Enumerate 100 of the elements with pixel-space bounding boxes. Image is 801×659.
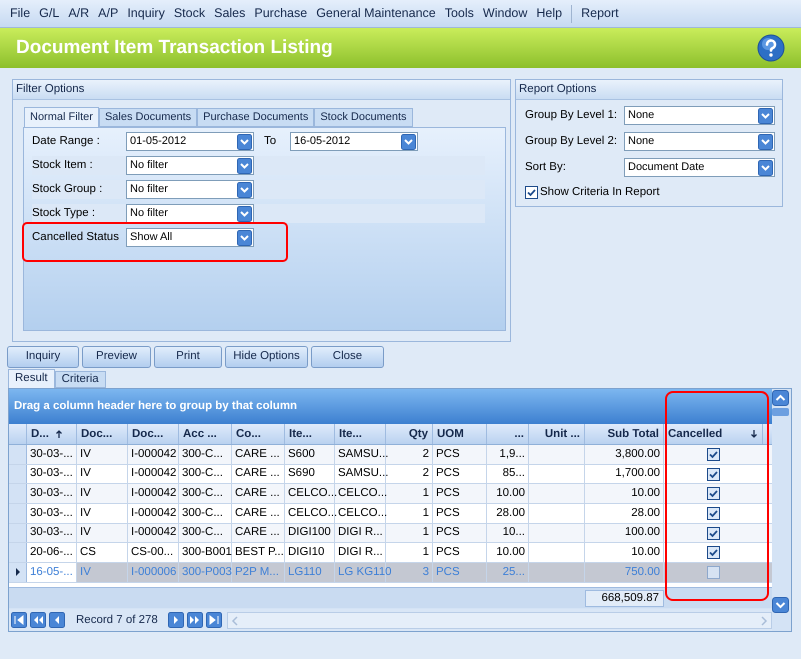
menu-item[interactable]: General Maintenance	[316, 4, 436, 23]
table-cell-text: LG110	[288, 564, 322, 580]
scroll-down-icon	[772, 597, 790, 613]
table-row[interactable]: 16-05-... IV I-000006 300-P003 P2P M... LG110 LG KG110 3 PCS 25... 750.00	[9, 563, 772, 583]
table-cell-text: 30-03-...	[30, 506, 73, 521]
menu-item[interactable]: A/P	[98, 4, 118, 23]
tab[interactable]: Normal Filter	[24, 107, 99, 127]
field-label: Date Range :	[32, 134, 101, 149]
help-icon[interactable]	[757, 34, 785, 62]
action-button[interactable]: Close	[311, 346, 384, 368]
table-row[interactable]: 30-03-... IV I-000042 300-C... CARE ... CELCO...CELCO... 1 PCS 10.00 10.00	[9, 484, 772, 504]
table-cell-text: I-000042	[131, 446, 176, 462]
tab[interactable]: Result	[8, 369, 55, 388]
column-header[interactable]: UOM	[433, 424, 487, 444]
table-cell-text: 3	[422, 564, 429, 580]
scroll-thumb[interactable]	[772, 408, 790, 416]
previous-page-icon[interactable]	[30, 612, 47, 629]
table-cell-text: CS-00...	[131, 545, 174, 560]
column-header[interactable]: Sub Total	[585, 424, 664, 444]
column-header[interactable]: Acc ...	[179, 424, 232, 444]
table-cell-text: PCS	[436, 466, 460, 482]
action-button[interactable]: Preview	[82, 346, 151, 368]
column-header[interactable]: Co...	[232, 424, 285, 444]
menu-item[interactable]: Tools	[444, 4, 474, 23]
dropdown-field[interactable]: No filter	[126, 204, 254, 223]
dropdown-field[interactable]: 16-05-2012	[290, 132, 418, 151]
table-cell-text: 1,9...	[499, 446, 525, 462]
tab[interactable]: Criteria	[54, 371, 106, 388]
menu-item[interactable]: Purchase	[254, 4, 308, 23]
table-cell-text: 300-B001	[182, 545, 232, 560]
table-cell-text: 300-C...	[182, 506, 223, 521]
first-page-icon[interactable]	[11, 612, 28, 629]
column-header[interactable]: Doc...	[128, 424, 179, 444]
dropdown-field[interactable]: No filter	[126, 180, 254, 199]
table-cell-text: IV	[80, 506, 91, 521]
table-cell-text: 2	[422, 466, 429, 482]
table-cell-text: IV	[80, 446, 91, 462]
tab[interactable]: Stock Documents	[314, 108, 413, 127]
action-button[interactable]: Inquiry	[7, 346, 79, 368]
dropdown-field[interactable]: No filter	[126, 156, 254, 175]
table-cell-text: CELCO...	[288, 486, 338, 502]
menu-item[interactable]: Sales	[214, 4, 246, 23]
dropdown-field[interactable]: Document Date	[624, 158, 775, 177]
table-cell-text: CARE ...	[235, 486, 280, 502]
column-header[interactable]: Ite...	[285, 424, 335, 444]
field-label: Stock Type :	[32, 206, 96, 221]
dropdown-field[interactable]: Show All	[126, 228, 254, 247]
record-counter: Record 7 of 278	[75, 612, 159, 628]
menu-item[interactable]: G/L	[39, 4, 60, 23]
table-cell-text: 20-06-...	[30, 545, 73, 560]
table-row[interactable]: 30-03-... IV I-000042 300-C... CARE ... DIGI100 DIGI R... 1 PCS 10... 100.00	[9, 524, 772, 544]
group-panel-hint: Drag a column header here to group by that column	[14, 399, 298, 414]
column-header[interactable]: Ite...	[335, 424, 386, 444]
panel-title: Report Options	[519, 82, 596, 97]
next-record-icon[interactable]	[168, 612, 185, 629]
table-cell-text: S600	[288, 446, 315, 462]
table-cell-text: 1	[422, 545, 429, 560]
table-cell-text: 3,800.00	[615, 446, 660, 462]
menu-item[interactable]: A/R	[68, 4, 90, 23]
previous-record-icon[interactable]	[49, 612, 66, 629]
column-header[interactable]: Qty	[386, 424, 433, 444]
row-header[interactable]	[9, 563, 27, 582]
column-header[interactable]: ...	[487, 424, 529, 444]
field-label: Stock Group :	[32, 182, 104, 197]
menu-item[interactable]: File	[10, 4, 30, 23]
table-cell-text: 25...	[502, 564, 525, 580]
tab[interactable]: Purchase Documents	[197, 108, 314, 127]
table-row[interactable]: 30-03-... IV I-000042 300-C... CARE ... CELCO...CELCO... 1 PCS 28.00 28.00	[9, 504, 772, 524]
table-row[interactable]: 30-03-... IV I-000042 300-C... CARE ... S690 SAMSU... 2 PCS 85... 1,700.00	[9, 464, 772, 484]
dropdown-field[interactable]: None	[624, 106, 775, 125]
column-header[interactable]: Unit ...	[529, 424, 585, 444]
table-cell-text: IV	[80, 486, 91, 502]
tab[interactable]: Sales Documents	[98, 108, 198, 127]
action-button[interactable]: Print	[154, 346, 222, 368]
table-cell-text: CARE ...	[235, 525, 280, 540]
field-label: Cancelled Status	[32, 230, 120, 245]
table-cell-text: 10.00	[496, 486, 525, 502]
horizontal-scrollbar[interactable]	[226, 612, 772, 629]
menu-item[interactable]: Window	[482, 4, 528, 23]
table-cell-text: DIGI R...	[338, 525, 383, 540]
table-row[interactable]: 30-03-... IV I-000042 300-C... CARE ... S600 SAMSU... 2 PCS 1,9... 3,800.00	[9, 445, 772, 465]
table-cell-text: 300-C...	[182, 466, 223, 482]
menu-item[interactable]: Stock	[174, 4, 206, 23]
menu-item[interactable]: Inquiry	[127, 4, 165, 23]
column-header[interactable]: Doc...	[77, 424, 128, 444]
column-header[interactable]: D...	[27, 424, 77, 444]
checkbox[interactable]	[525, 186, 538, 200]
dropdown-field[interactable]: 01-05-2012	[126, 132, 254, 151]
menu-item[interactable]: Help	[536, 4, 562, 23]
field-label: Group By Level 2:	[525, 134, 618, 149]
column-header[interactable]: Cancelled	[664, 424, 763, 444]
dropdown-field[interactable]: None	[624, 132, 775, 151]
action-button[interactable]: Hide Options	[225, 346, 308, 368]
next-page-icon[interactable]	[186, 612, 204, 629]
menu-item[interactable]: Report	[581, 4, 619, 23]
table-cell-text: CARE ...	[235, 446, 280, 462]
table-cell-text: SAMSU...	[338, 446, 388, 462]
table-cell-text: PCS	[436, 446, 460, 462]
last-page-icon[interactable]	[206, 612, 223, 629]
table-row[interactable]: 20-06-... CS CS-00... 300-B001 BEST P... DIGI10 DIGI R... 1 PCS 10.00 10.00	[9, 543, 772, 564]
